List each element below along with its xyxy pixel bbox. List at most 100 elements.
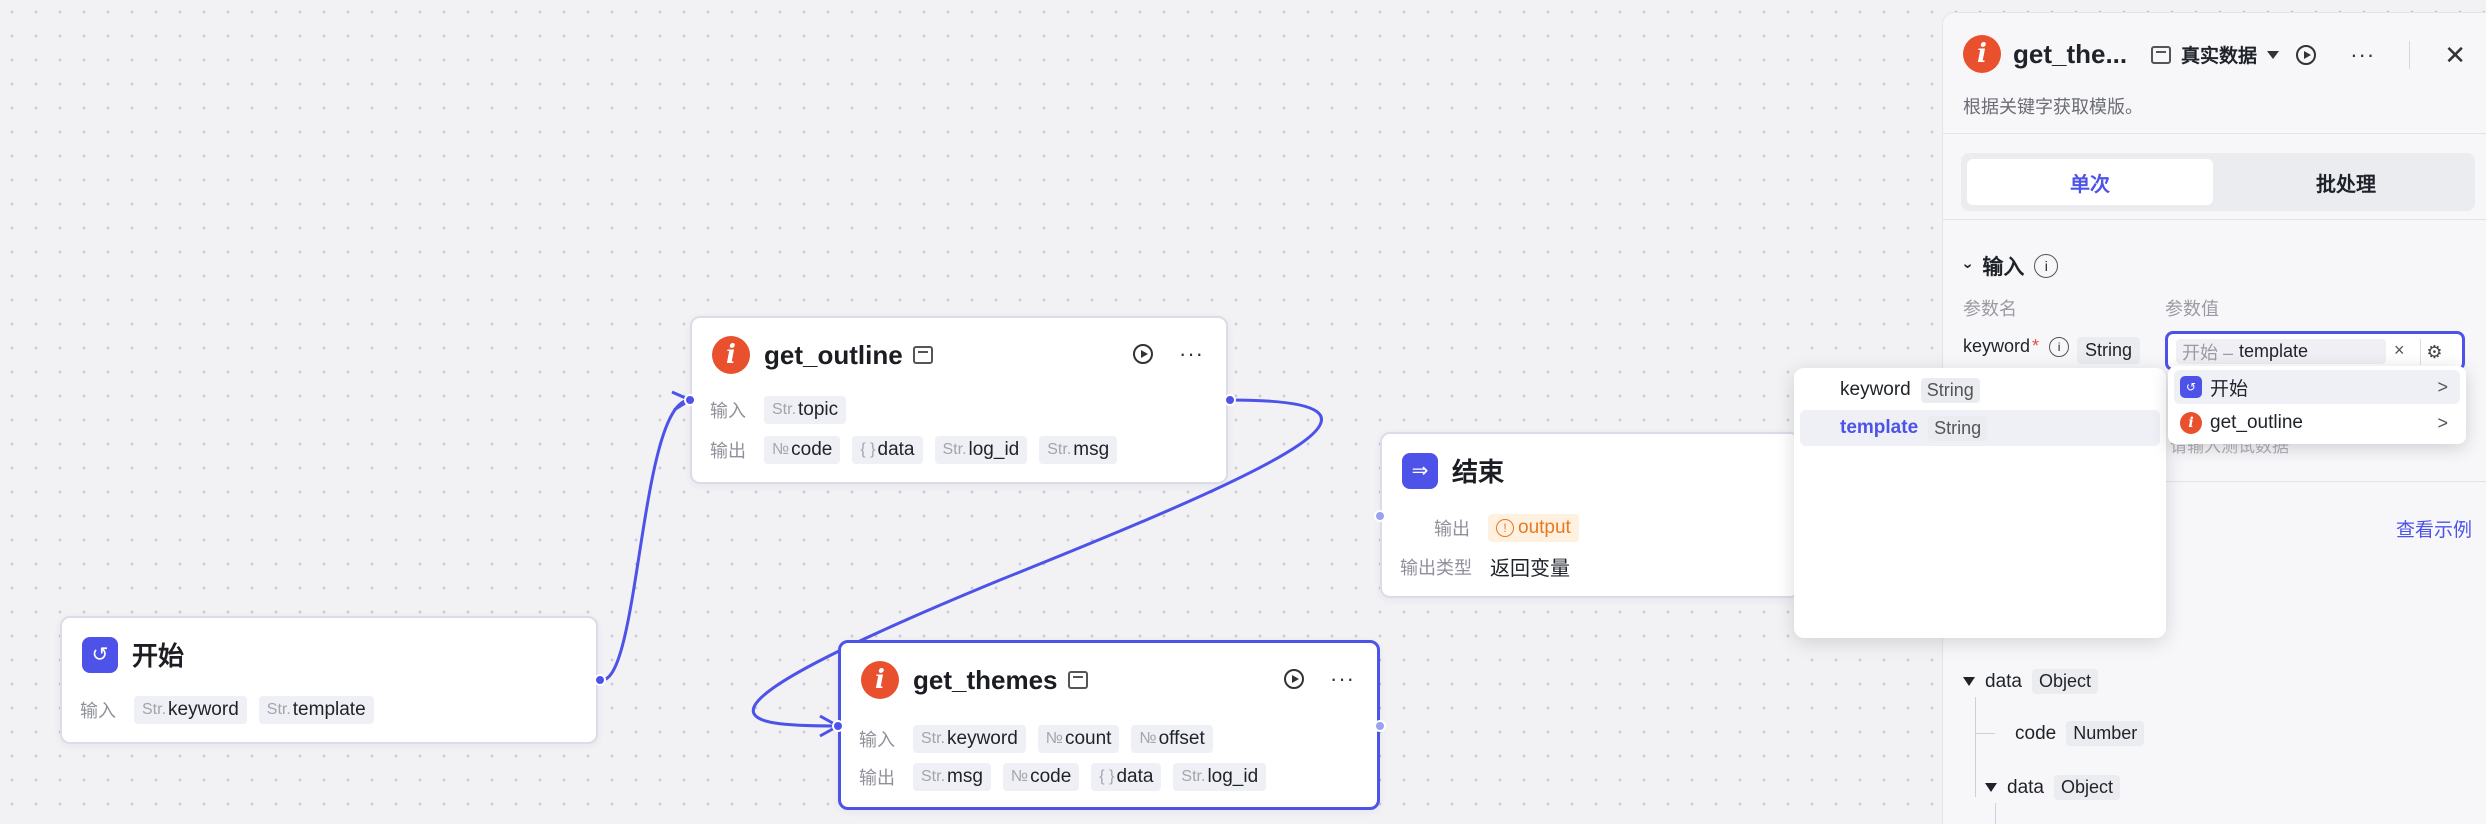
chevron-right-icon: > [2437,412,2448,433]
tree-node-code: code Number [2015,721,2145,746]
param-tag: Str. keyword [913,725,1026,753]
input-label: 输入 [859,730,895,750]
more-icon[interactable]: ··· [1330,668,1355,690]
run-icon[interactable] [2296,45,2317,65]
variable-chip: 开始 – template [2176,339,2386,364]
col-param-name: 参数名 [1963,299,2017,319]
warning-tag: ! output [1488,514,1579,542]
variable-option-keyword[interactable]: keyword String [1800,372,2160,408]
input-label: 输入 [80,701,116,721]
node-option-get-outline[interactable]: i get_outline > [2174,406,2460,440]
tab-batch[interactable]: 批处理 [2223,159,2469,205]
start-output-port[interactable] [594,674,606,686]
start-icon: ↺ [82,636,118,673]
node-select-popup: ↺ 开始 > i get_outline > [2168,366,2466,444]
input-section-header[interactable]: › 输入 i [1960,251,2059,281]
tree-line [1975,733,1995,734]
end-node-title: 结束 [1452,457,1505,487]
store-icon [912,346,933,364]
param-tag: { } data [1091,763,1162,791]
start-input-row: 输入 Str. keyword Str. template [80,696,386,724]
more-icon[interactable]: ··· [1179,343,1204,365]
info-icon[interactable]: i [2034,254,2059,278]
divider [1943,219,2486,220]
end-input-port[interactable] [1374,510,1386,522]
outline-input-port[interactable] [684,394,696,406]
view-example-link[interactable]: 查看示例 [2396,515,2472,542]
param-name: keyword * i [1963,336,2070,357]
param-tag: № code [1002,763,1080,791]
triangle-down-icon [1963,677,1975,686]
info-icon[interactable]: i [2049,336,2070,357]
warning-icon: ! [1496,519,1514,537]
tree-node-data[interactable]: data Object [1963,669,2099,694]
col-param-value: 参数值 [2165,299,2219,319]
close-icon[interactable]: ✕ [2444,42,2466,68]
param-tag: № offset [1131,725,1213,753]
outline-output-port[interactable] [1224,394,1236,406]
panel-description: 根据关键字获取模版。 [1963,97,2143,117]
outline-output-row: 输出 № code { } data Str. log_id Str. msg [710,436,1129,464]
end-type-row: 输出类型 返回变量 [1400,552,1570,581]
param-tag: Str. keyword [134,696,247,724]
outline-input-row: 输入 Str. topic [710,396,858,424]
param-value-input[interactable]: 开始 – template × ⚙ [2165,331,2465,371]
param-tag: Str. msg [913,763,991,791]
chevron-down-icon: › [1959,263,1977,269]
data-mode-label: 真实数据 [2181,46,2258,67]
divider [2409,41,2411,69]
param-tag: Str. log_id [1173,763,1267,791]
get-themes-node[interactable]: i get_themes ··· 输入 Str. keyword № count №… [838,640,1380,810]
section-title: 输入 [1982,256,2025,279]
param-tag: { } data [852,436,923,464]
start-icon: ↺ [2180,376,2202,398]
store-icon [2151,45,2171,64]
param-tag: Str. template [258,696,374,724]
caret-down-icon [2267,50,2280,59]
divider [1943,133,2486,134]
output-label: 输出 [710,441,746,461]
input-label: 输入 [710,401,746,421]
clear-icon[interactable]: × [2394,340,2405,361]
variable-popup: keyword String template String [1794,368,2166,638]
themes-output-row: 输出 Str. msg № code { } data Str. log_id [859,763,1278,791]
output-type-label: 输出类型 [1400,557,1472,578]
get-outline-title: get_outline [764,339,903,370]
end-icon: ⇒ [1402,452,1438,489]
chevron-right-icon: > [2437,376,2448,397]
tab-single[interactable]: 单次 [1967,159,2213,205]
output-type-value: 返回变量 [1490,558,1570,580]
start-node[interactable]: ↺ 开始 输入 Str. keyword Str. template [60,616,598,744]
output-label: 输出 [1434,519,1470,539]
param-tag: № code [764,436,841,464]
panel-title: get_the... [2013,38,2128,69]
start-node-title: 开始 [132,641,185,671]
run-mode-tabs: 单次 批处理 [1961,153,2475,211]
edge-start-to-outline [601,398,691,682]
end-node[interactable]: ⇒ 结束 输出 ! output 输出类型 返回变量 [1380,432,1800,598]
param-tag: Str. log_id [934,436,1028,464]
tree-node-data-nested[interactable]: data Object [1985,775,2121,800]
themes-input-port[interactable] [832,720,844,732]
plugin-icon: i [712,336,750,374]
plugin-icon: i [861,661,899,699]
gear-icon[interactable]: ⚙ [2420,339,2448,365]
get-outline-node[interactable]: i get_outline ··· 输入 Str. topic 输出 № code … [690,316,1228,484]
themes-output-port[interactable] [1374,720,1386,732]
tree-line [1975,697,1976,797]
run-icon[interactable] [1284,669,1305,689]
end-output-row: 输出 ! output [1434,514,1591,542]
data-mode-dropdown[interactable]: 真实数据 [2151,41,2280,68]
plugin-icon: i [2180,412,2202,434]
more-icon[interactable]: ··· [2350,44,2375,66]
themes-input-row: 输入 Str. keyword № count № offset [859,725,1225,753]
param-tag: Str. msg [1039,436,1118,464]
variable-option-template[interactable]: template String [1800,410,2160,446]
get-themes-title: get_themes [913,664,1058,695]
plugin-icon: i [1963,35,2001,73]
tree-line [1995,803,1996,824]
param-tag: Str. topic [764,396,847,424]
run-icon[interactable] [1133,344,1154,364]
node-option-start[interactable]: ↺ 开始 > [2174,370,2460,404]
store-icon [1067,671,1088,689]
